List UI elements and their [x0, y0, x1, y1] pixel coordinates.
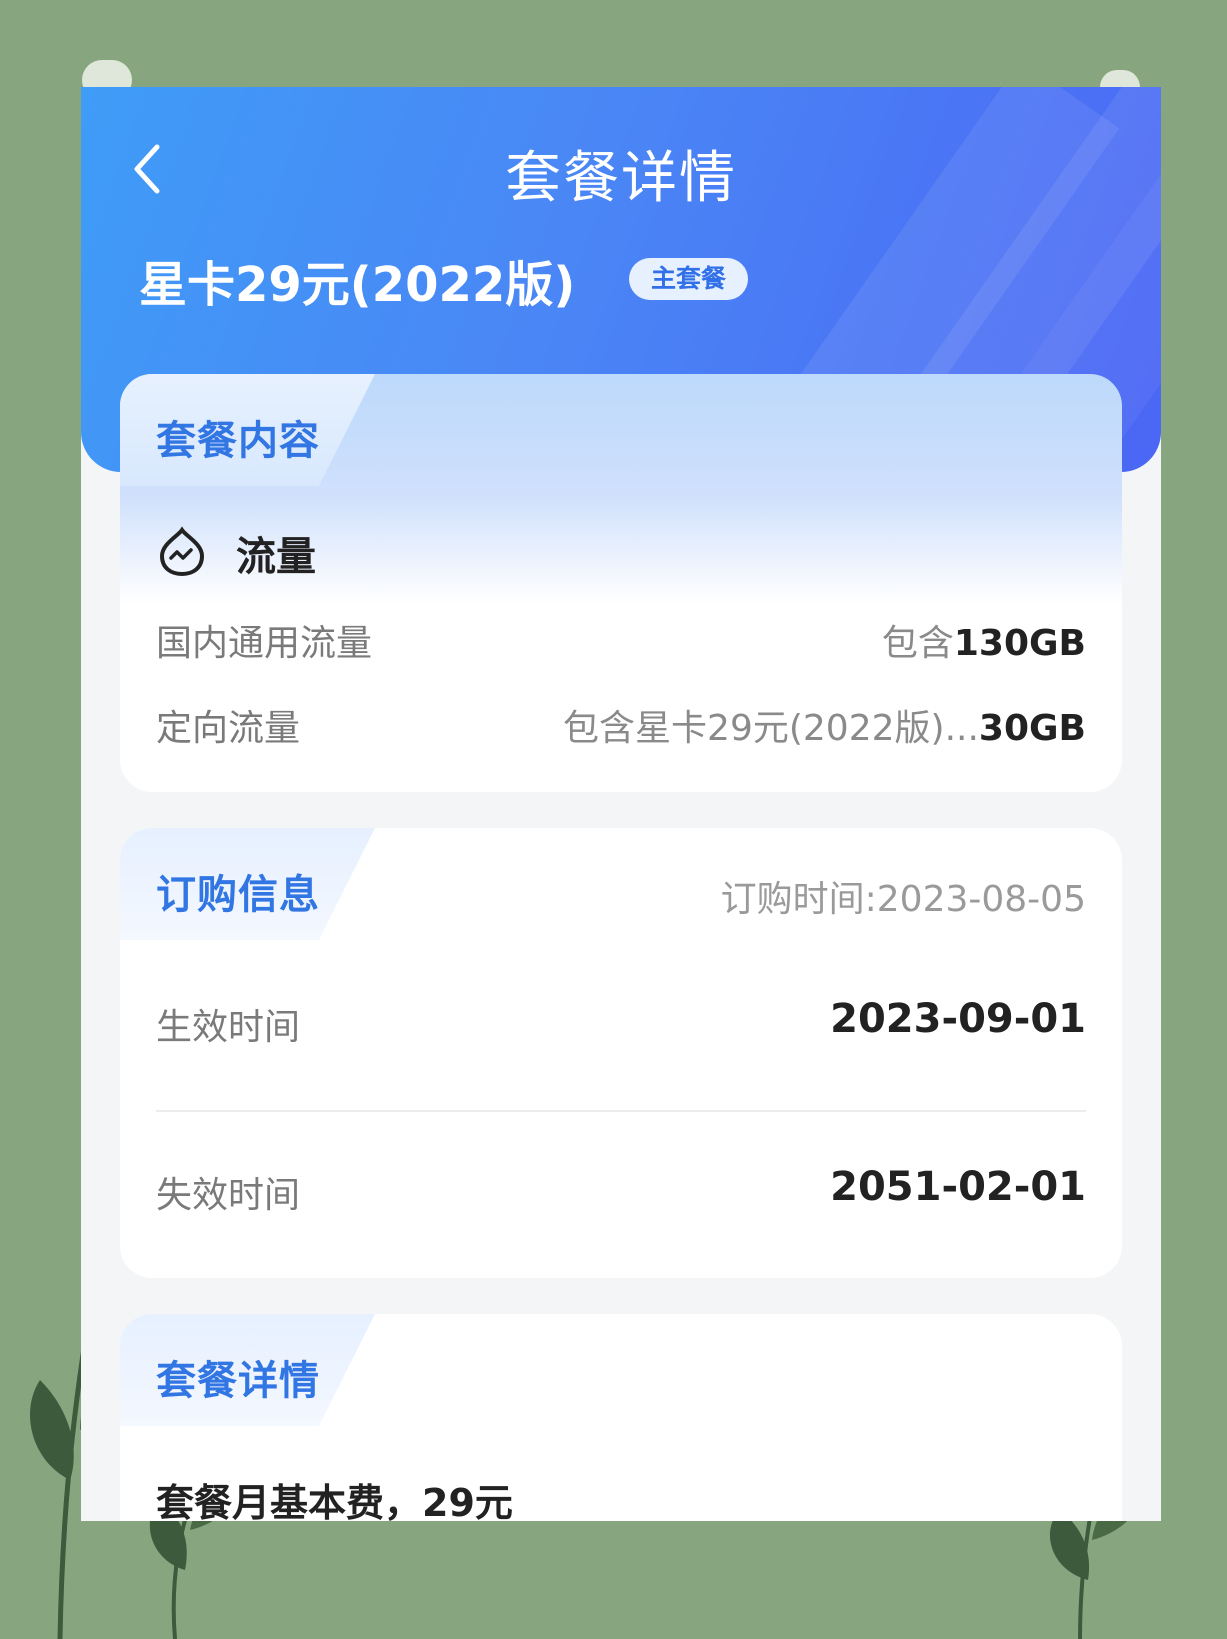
monthly-fee-text: 套餐月基本费，29元: [156, 1481, 513, 1521]
effective-time-value: 2023-09-01: [830, 996, 1086, 1042]
divider: [156, 1110, 1086, 1112]
traffic-title: 流量: [236, 534, 316, 580]
plan-detail-heading: 套餐详情: [156, 1358, 320, 1404]
effective-time-label: 生效时间: [156, 1007, 301, 1048]
plan-content-card: 套餐内容 流量 国内通用流量 包含130GB 定向流量 包含星卡29元(2022…: [120, 374, 1122, 792]
expiry-time-value: 2051-02-01: [830, 1164, 1086, 1210]
traffic-icon: [159, 526, 205, 577]
directed-traffic-amount: 30GB: [978, 708, 1086, 749]
page-title: 套餐详情: [505, 146, 737, 211]
domestic-traffic-prefix: 包含: [881, 623, 954, 664]
plan-content-heading: 套餐内容: [156, 418, 320, 464]
plan-name: 星卡29元(2022版): [139, 257, 576, 313]
directed-traffic-label: 定向流量: [156, 708, 301, 749]
directed-traffic-prefix: 包含星卡29元(2022版)...: [563, 708, 979, 749]
expiry-time-label: 失效时间: [156, 1175, 301, 1216]
order-info-heading: 订购信息: [156, 872, 320, 918]
directed-traffic-value: 包含星卡29元(2022版)...30GB: [563, 699, 1086, 751]
domestic-traffic-amount: 130GB: [953, 623, 1086, 664]
plan-detail-card: 套餐详情 套餐月基本费，29元: [120, 1314, 1122, 1521]
phone-screen: 套餐详情 星卡29元(2022版) 主套餐 套餐内容 流量 国内通用流量 包含1…: [81, 87, 1161, 1521]
order-time: 订购时间:2023-08-05: [720, 879, 1086, 920]
domestic-traffic-label: 国内通用流量: [156, 623, 373, 664]
main-plan-badge: 主套餐: [629, 258, 749, 300]
domestic-traffic-value: 包含130GB: [882, 614, 1086, 666]
order-info-card: 订购信息 订购时间:2023-08-05 生效时间 2023-09-01 失效时…: [120, 828, 1122, 1278]
